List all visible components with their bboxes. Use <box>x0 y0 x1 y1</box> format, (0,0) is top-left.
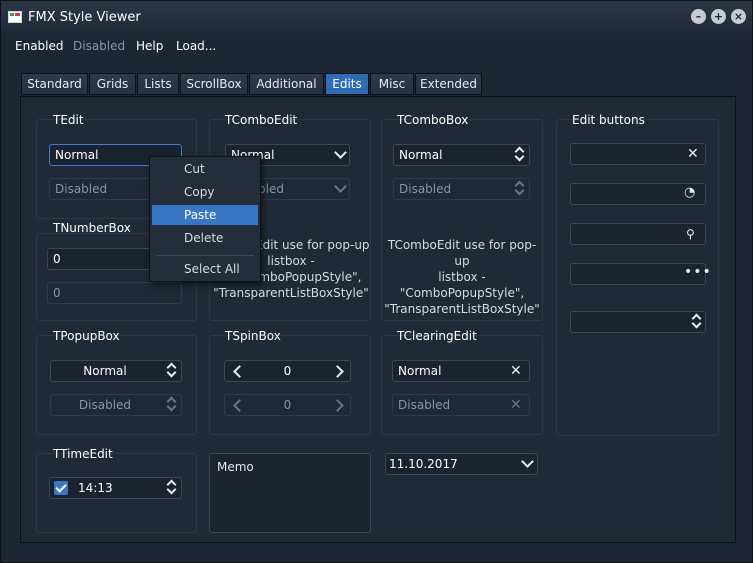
context-menu-paste[interactable]: Paste <box>152 205 258 225</box>
tcomboedit-disabled-value: bled <box>258 182 284 196</box>
tcombobox-description: TComboEdit use for pop-up listbox - "Com… <box>383 237 541 317</box>
tpopupbox-normal[interactable]: Normal <box>50 360 182 382</box>
date-edit-value: 11.10.2017 <box>389 457 458 471</box>
app-window: FMX Style Viewer – + × Enabled Disabled … <box>0 0 753 563</box>
tedit-normal-value: Normal <box>55 148 99 162</box>
tab-extended[interactable]: Extended <box>415 73 482 95</box>
group-title-tpopupbox: TPopupBox <box>53 329 120 343</box>
title-bar[interactable]: FMX Style Viewer – + × <box>1 1 752 33</box>
tcombobox-desc-line-1: TComboEdit use for pop-up <box>387 238 537 268</box>
chevron-down-icon <box>334 180 347 193</box>
menu-load[interactable]: Load... <box>176 39 216 53</box>
tcombobox-disabled-select[interactable]: Disabled <box>393 178 530 200</box>
tab-misc[interactable]: Misc <box>370 73 414 95</box>
context-menu: Cut Copy Paste Delete Select All <box>149 156 261 282</box>
tclearingedit-normal-input[interactable]: Normal ✕ <box>392 360 530 382</box>
clear-icon: ✕ <box>510 397 522 413</box>
group-title-tcombobox: TComboBox <box>397 113 469 127</box>
tcomboedit-desc-line-4: "TransparentListBoxStyle" <box>213 286 369 300</box>
tab-grids[interactable]: Grids <box>89 73 136 95</box>
clear-icon[interactable]: ✕ <box>510 363 522 379</box>
group-title-tedit: TEdit <box>53 113 84 127</box>
group-tclearingedit <box>381 335 543 435</box>
group-tpopupbox <box>36 335 197 435</box>
tab-additional[interactable]: Additional <box>249 73 324 95</box>
clear-icon[interactable]: ✕ <box>687 146 699 162</box>
edit-with-ellipsis-button[interactable]: ••• <box>570 263 711 285</box>
updown-icon[interactable] <box>692 314 702 328</box>
minimize-icon[interactable]: – <box>691 9 706 24</box>
tnumberbox-disabled-value: 0 <box>53 286 61 300</box>
tcombobox-desc-line-2: listbox - <box>438 270 486 284</box>
tcombobox-normal-select[interactable]: Normal <box>393 144 530 166</box>
tpopupbox-disabled[interactable]: Disabled <box>50 394 182 416</box>
window-title: FMX Style Viewer <box>28 10 141 25</box>
group-title-tcomboedit: TComboEdit <box>225 113 298 127</box>
context-menu-delete[interactable]: Delete <box>152 228 258 248</box>
updown-icon[interactable] <box>167 480 177 494</box>
tab-standard[interactable]: Standard <box>21 73 88 95</box>
chevron-down-icon[interactable] <box>334 146 347 159</box>
menu-disabled[interactable]: Disabled <box>73 39 125 53</box>
password-eye-icon[interactable]: ◔ <box>684 185 695 200</box>
ttimeedit-checkbox[interactable] <box>54 481 68 495</box>
updown-icon <box>167 397 177 411</box>
tedit-disabled-value: Disabled <box>55 182 108 196</box>
tclearingedit-disabled-value: Disabled <box>398 398 451 412</box>
group-title-ttimeedit: TTimeEdit <box>53 447 113 461</box>
updown-icon <box>515 181 525 195</box>
maximize-icon[interactable]: + <box>711 9 726 24</box>
tab-scrollbox[interactable]: ScrollBox <box>180 73 248 95</box>
tnumberbox-disabled-input[interactable]: 0 <box>47 282 182 304</box>
tpopupbox-disabled-value: Disabled <box>78 398 132 412</box>
menu-help[interactable]: Help <box>136 39 163 53</box>
tcombobox-desc-line-4: "TransparentListBoxStyle" <box>384 302 540 316</box>
menu-bar: Enabled Disabled Help Load... <box>1 35 752 57</box>
updown-icon <box>515 147 525 161</box>
chevron-down-icon[interactable] <box>521 455 534 468</box>
context-menu-copy[interactable]: Copy <box>152 182 258 202</box>
context-menu-select-all[interactable]: Select All <box>152 259 258 279</box>
tnumberbox-normal-value: 0 <box>53 252 61 266</box>
group-tspinbox <box>209 335 371 435</box>
group-title-tnumberbox: TNumberBox <box>53 221 131 235</box>
edit-with-spin-button[interactable] <box>570 311 706 333</box>
updown-icon <box>167 363 177 377</box>
group-title-edit-buttons: Edit buttons <box>572 113 645 127</box>
tspinbox-disabled[interactable]: 0 <box>224 394 351 416</box>
tcombobox-desc-line-3: "ComboPopupStyle", <box>399 286 525 300</box>
tpopupbox-normal-value: Normal <box>83 364 127 378</box>
edit-with-clear-button[interactable]: ✕ <box>570 143 706 165</box>
ttimeedit-input[interactable]: 14:13 <box>49 477 182 499</box>
search-icon[interactable]: ⚲ <box>686 227 695 241</box>
tab-lists[interactable]: Lists <box>137 73 179 95</box>
tspinbox-normal[interactable]: 0 <box>224 360 351 382</box>
group-title-tclearingedit: TClearingEdit <box>397 329 477 343</box>
memo-text: Memo <box>217 460 254 474</box>
edit-with-search-button[interactable]: ⚲ <box>570 223 706 245</box>
tab-edits[interactable]: Edits <box>325 73 369 95</box>
ttimeedit-value: 14:13 <box>78 481 113 495</box>
group-title-tspinbox: TSpinBox <box>225 329 281 343</box>
tclearingedit-normal-value: Normal <box>398 364 442 378</box>
edit-with-password-button[interactable]: ◔ <box>570 183 706 205</box>
tclearingedit-disabled-input[interactable]: Disabled ✕ <box>392 394 530 416</box>
memo-textarea[interactable]: Memo <box>209 453 371 533</box>
app-icon <box>8 11 22 23</box>
menu-enabled[interactable]: Enabled <box>15 39 64 53</box>
ellipsis-icon[interactable]: ••• <box>684 264 712 280</box>
context-menu-cut[interactable]: Cut <box>152 159 258 179</box>
date-edit[interactable]: 11.10.2017 <box>385 453 538 475</box>
context-menu-separator <box>156 255 254 256</box>
tcombobox-disabled-value: Disabled <box>399 182 452 196</box>
close-icon[interactable]: × <box>731 9 746 24</box>
tcombobox-normal-value: Normal <box>399 148 443 162</box>
